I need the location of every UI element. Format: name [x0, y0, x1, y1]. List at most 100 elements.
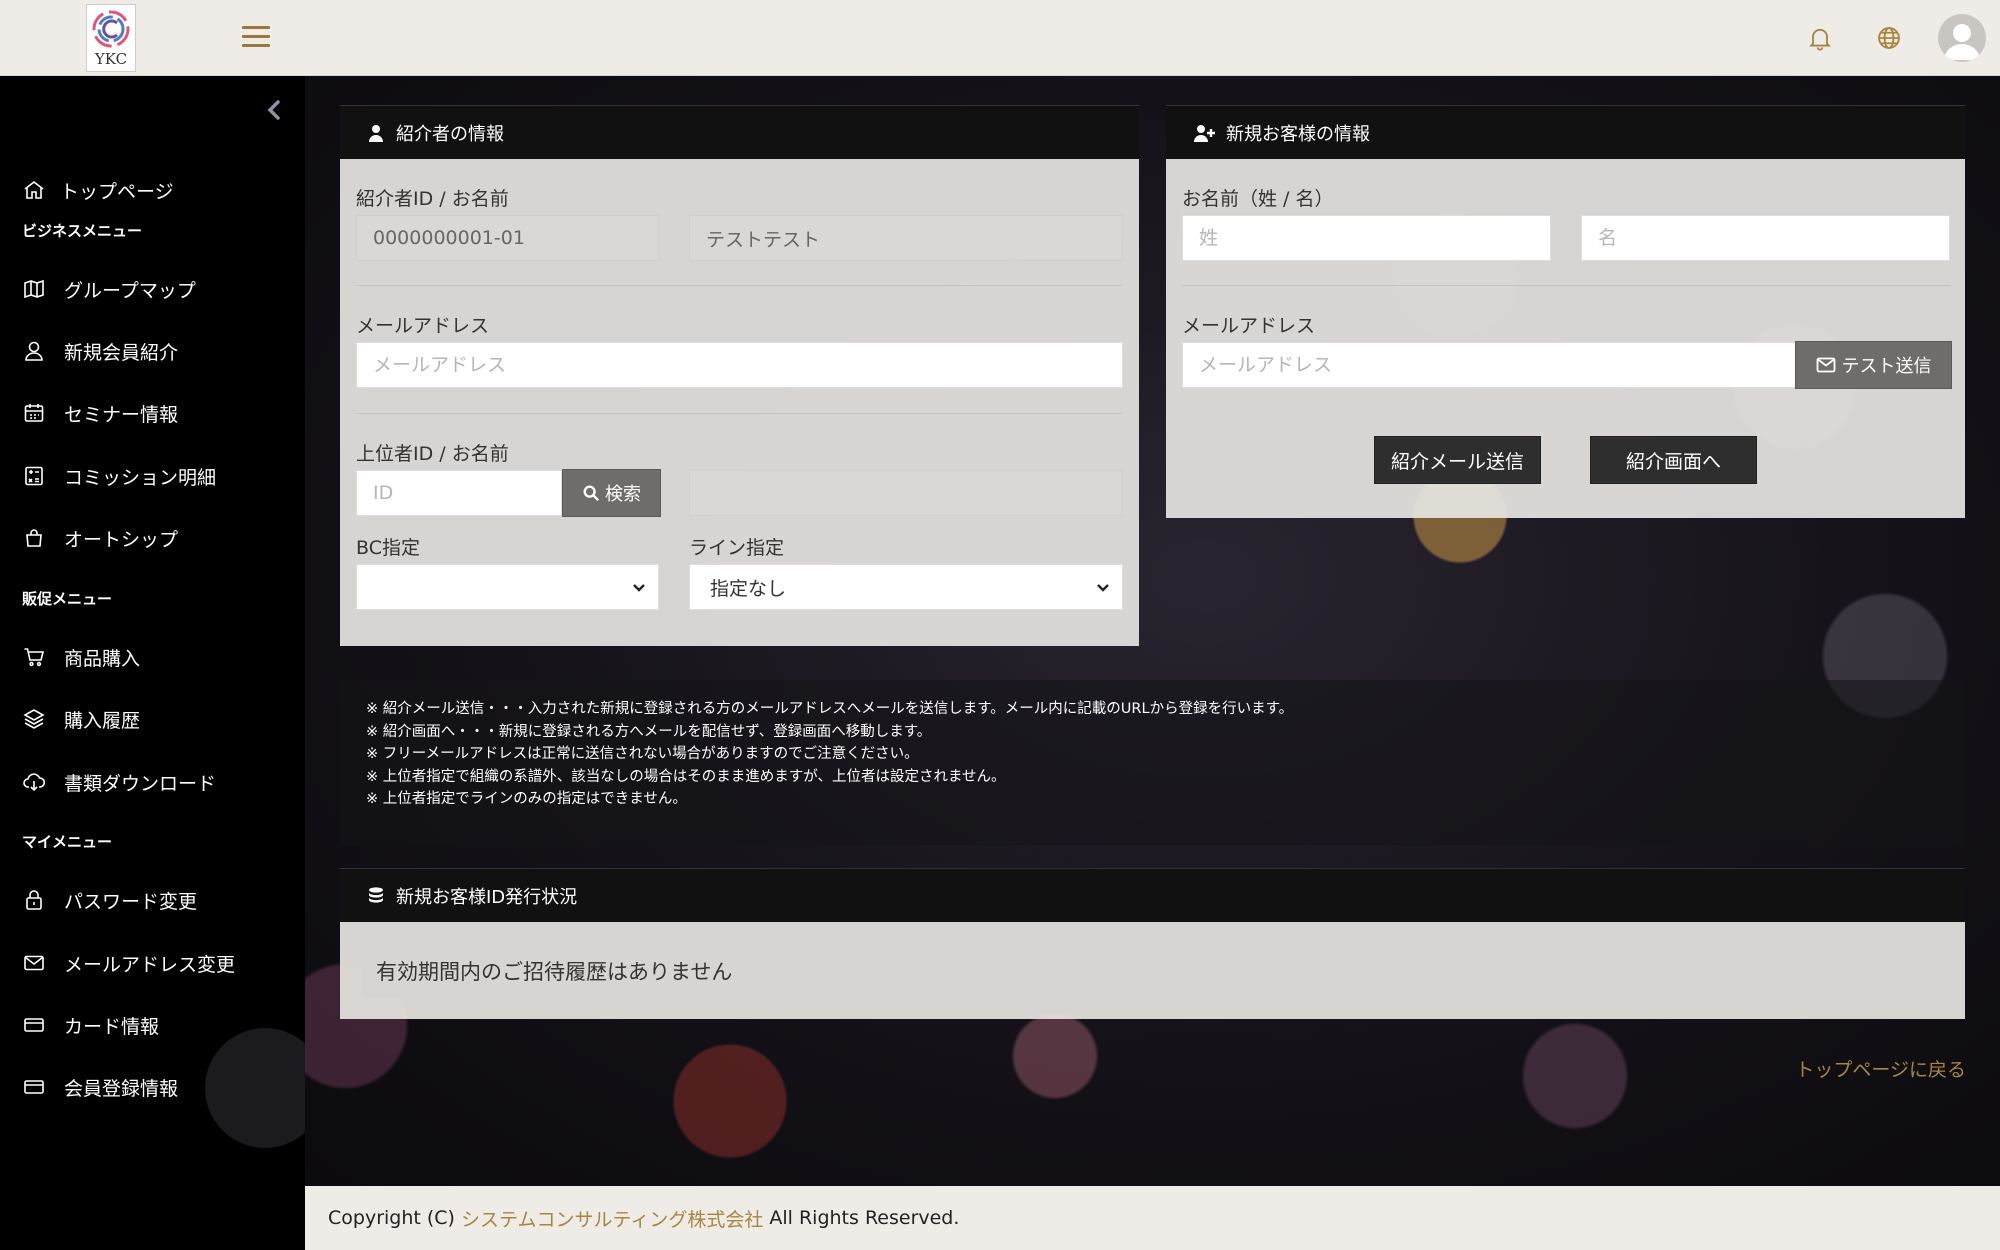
sidebar-item-label: 書類ダウンロード — [64, 772, 217, 795]
copyright-prefix: Copyright (C) — [328, 1207, 455, 1229]
bc-label: BC指定 — [356, 537, 420, 559]
cloud-download-icon — [23, 773, 46, 792]
sidebar-item-label: 会員登録情報 — [64, 1077, 179, 1100]
bell-icon[interactable] — [1806, 24, 1834, 52]
note-line: ※ フリーメールアドレスは正常に送信されない場合がありますのでご注意ください。 — [366, 746, 919, 762]
last-name-input[interactable] — [1182, 215, 1551, 261]
sidebar-item-member-info[interactable]: 会員登録情報 — [22, 1067, 178, 1107]
credit-card-icon — [24, 1018, 44, 1032]
introducer-email-label: メールアドレス — [356, 315, 490, 337]
user-icon — [369, 124, 383, 142]
lock-icon — [26, 890, 42, 910]
mail-icon — [24, 955, 44, 971]
user-avatar-icon[interactable] — [1938, 14, 1986, 62]
introducer-email-input[interactable] — [356, 342, 1123, 388]
sidebar: トップページ ビジネスメニュー グループマップ 新規会員紹介 セミナー情報 コミ… — [0, 76, 325, 1250]
sidebar-item-password[interactable]: パスワード変更 — [22, 880, 197, 920]
sidebar-section-promo: 販促メニュー — [22, 590, 113, 608]
logo-mark-icon — [92, 10, 130, 48]
sidebar-item-label: トップページ — [60, 180, 174, 203]
user-plus-icon — [1194, 124, 1215, 142]
note-line: ※ 紹介メール送信・・・入力された新規に登録される方のメールアドレスへメールを送… — [366, 701, 1294, 717]
sidebar-section-business: ビジネスメニュー — [22, 222, 143, 240]
test-send-label: テスト送信 — [1841, 356, 1932, 377]
bc-select[interactable] — [356, 564, 659, 610]
home-icon — [24, 180, 44, 199]
empty-history-message: 有効期間内のご招待履歴はありません — [362, 944, 1942, 998]
sidebar-item-label: グループマップ — [64, 279, 196, 302]
upline-name-field — [689, 470, 1123, 516]
credit-card-icon — [24, 1080, 44, 1094]
user-icon — [25, 341, 43, 361]
new-customer-panel: 新規お客様の情報 お名前（姓 / 名） メールアドレス テスト送信 紹介メール送… — [1166, 105, 1965, 518]
sidebar-item-label: コミッション明細 — [64, 466, 217, 489]
sidebar-item-downloads[interactable]: 書類ダウンロード — [22, 762, 216, 802]
divider — [356, 413, 1123, 414]
line-select-value: 指定なし — [710, 577, 787, 600]
panel-header: 新規お客様の情報 — [1166, 105, 1965, 159]
send-referral-mail-button[interactable]: 紹介メール送信 — [1374, 436, 1541, 484]
shopping-bag-icon — [26, 529, 42, 547]
sidebar-item-purchase[interactable]: 商品購入 — [22, 637, 140, 677]
line-label: ライン指定 — [689, 537, 785, 559]
customer-name-label: お名前（姓 / 名） — [1182, 188, 1334, 210]
introducer-id-field — [356, 215, 659, 261]
database-icon — [369, 886, 383, 903]
panel-body: お名前（姓 / 名） メールアドレス テスト送信 紹介メール送信 紹介画面へ — [1166, 159, 1965, 518]
panel-header: 紹介者の情報 — [340, 105, 1139, 159]
chevron-down-icon — [633, 584, 645, 592]
upline-label: 上位者ID / お名前 — [356, 443, 509, 465]
top-header: YKC — [0, 0, 2000, 76]
logo-text: YKC — [94, 50, 128, 68]
customer-email-input[interactable] — [1182, 342, 1812, 388]
sidebar-collapse-icon[interactable] — [262, 96, 286, 124]
layers-icon — [23, 709, 45, 729]
copyright-suffix: All Rights Reserved. — [769, 1207, 960, 1229]
sidebar-item-top[interactable]: トップページ — [22, 170, 174, 210]
panel-title: 新規お客様の情報 — [1226, 123, 1370, 145]
search-button[interactable]: 検索 — [562, 469, 661, 517]
sidebar-item-group-map[interactable]: グループマップ — [22, 269, 196, 309]
sidebar-item-label: パスワード変更 — [64, 890, 198, 913]
mail-icon — [1816, 357, 1835, 373]
company-link[interactable]: システムコンサルティング株式会社 — [461, 1205, 763, 1232]
id-status-panel: 新規お客様ID発行状況 有効期間内のご招待履歴はありません — [340, 868, 1965, 1019]
sidebar-item-label: メールアドレス変更 — [64, 953, 236, 976]
go-referral-screen-button[interactable]: 紹介画面へ — [1590, 436, 1757, 484]
first-name-input[interactable] — [1581, 215, 1950, 261]
line-select[interactable]: 指定なし — [689, 564, 1123, 610]
map-icon — [24, 279, 44, 299]
panel-body: 有効期間内のご招待履歴はありません — [340, 922, 1965, 1019]
panel-title: 新規お客様ID発行状況 — [396, 886, 578, 908]
globe-icon[interactable] — [1875, 24, 1903, 52]
note-line: ※ 上位者指定で組織の系譜外、該当なしの場合はそのまま進めますが、上位者は設定さ… — [366, 768, 1006, 785]
panel-title: 紹介者の情報 — [396, 123, 504, 145]
back-to-top-link[interactable]: トップページに戻る — [1795, 1055, 1966, 1082]
sidebar-item-email-change[interactable]: メールアドレス変更 — [22, 943, 235, 983]
divider — [1182, 285, 1950, 286]
introducer-name-field — [689, 215, 1123, 261]
test-send-button[interactable]: テスト送信 — [1795, 341, 1952, 389]
divider — [356, 285, 1123, 286]
hamburger-menu-icon[interactable] — [242, 26, 270, 48]
sidebar-item-card[interactable]: カード情報 — [22, 1005, 159, 1045]
logo[interactable]: YKC — [86, 4, 136, 72]
upline-id-input[interactable] — [356, 470, 562, 516]
note-line: ※ 紹介画面へ・・・新規に登録される方へメールを配信せず、登録画面へ移動します。 — [366, 723, 932, 740]
sidebar-item-commission[interactable]: コミッション明細 — [22, 456, 216, 496]
cart-icon — [24, 648, 45, 667]
sidebar-item-purchase-history[interactable]: 購入履歴 — [22, 699, 140, 739]
sidebar-item-label: 新規会員紹介 — [64, 341, 179, 364]
panel-body: 紹介者ID / お名前 メールアドレス 上位者ID / お名前 検索 BC指定 … — [340, 159, 1139, 646]
chevron-down-icon — [1097, 584, 1109, 592]
notes-box: ※ 紹介メール送信・・・入力された新規に登録される方のメールアドレスへメールを送… — [340, 680, 1965, 845]
sidebar-item-autoship[interactable]: オートシップ — [22, 518, 178, 558]
search-button-label: 検索 — [605, 484, 641, 505]
calendar-icon — [24, 404, 44, 422]
sidebar-item-new-member[interactable]: 新規会員紹介 — [22, 331, 178, 371]
sidebar-item-seminar[interactable]: セミナー情報 — [22, 393, 178, 433]
note-line: ※ 上位者指定でラインのみの指定はできません。 — [366, 791, 687, 807]
calculator-icon — [25, 466, 43, 486]
customer-email-label: メールアドレス — [1182, 315, 1316, 337]
introducer-panel: 紹介者の情報 紹介者ID / お名前 メールアドレス 上位者ID / お名前 検… — [340, 105, 1139, 646]
